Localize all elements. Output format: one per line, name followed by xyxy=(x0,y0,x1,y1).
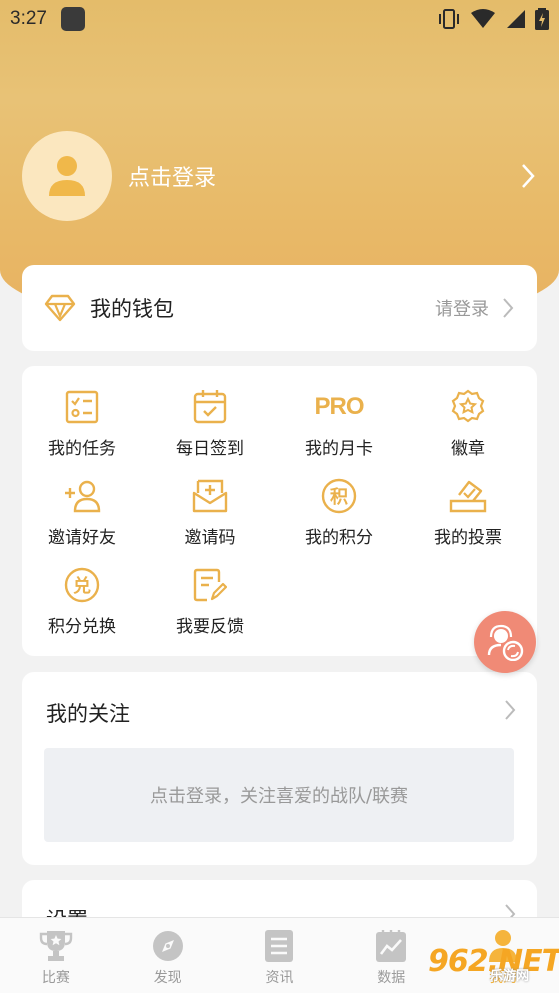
grid-item-label: 我的月卡 xyxy=(305,439,373,459)
signal-icon xyxy=(507,10,525,28)
news-icon xyxy=(265,930,294,962)
grid-item-label: 邀请好友 xyxy=(48,528,116,548)
add-user-icon xyxy=(65,480,101,513)
my-follows-card: 我的关注 点击登录，关注喜爱的战队/联赛 xyxy=(22,672,537,865)
login-prompt[interactable]: 点击登录 xyxy=(128,160,216,192)
follow-login-prompt[interactable]: 点击登录，关注喜爱的战队/联赛 xyxy=(44,748,514,842)
tab-label: 数据 xyxy=(377,970,406,986)
grid-item-label: 徽章 xyxy=(451,439,485,459)
exchange-char: 兑 xyxy=(73,576,91,597)
invite-box-icon xyxy=(192,479,228,513)
grid-item-feedback[interactable]: 我要反馈 xyxy=(150,566,270,646)
tab-label: 比赛 xyxy=(41,970,70,986)
task-list-icon xyxy=(65,390,99,424)
feedback-icon xyxy=(193,568,227,602)
grid-item-label: 积分兑换 xyxy=(48,617,116,637)
status-icons xyxy=(437,8,549,30)
default-avatar-icon xyxy=(49,156,85,196)
features-grid: 我的任务 每日签到 PRO 我的月卡 徽章 邀请好友 邀请码 积 我的积分 我的… xyxy=(22,366,537,656)
wifi-icon xyxy=(471,9,495,28)
vibrate-icon xyxy=(439,9,459,29)
follow-title: 我的关注 xyxy=(46,702,130,726)
grid-item-my-tasks[interactable]: 我的任务 xyxy=(22,388,142,468)
grid-item-my-points[interactable]: 积 我的积分 xyxy=(279,477,399,557)
tab-label: 发现 xyxy=(153,970,182,986)
grid-item-invite-friends[interactable]: 邀请好友 xyxy=(22,477,142,557)
chevron-right-icon[interactable] xyxy=(519,162,537,190)
watermark-logo: 962.NET 乐游网 xyxy=(428,935,559,987)
grid-item-label: 每日签到 xyxy=(176,439,244,459)
vote-icon xyxy=(449,480,487,513)
diamond-icon xyxy=(44,294,76,322)
wallet-title: 我的钱包 xyxy=(90,297,174,321)
grid-item-monthly-card[interactable]: PRO 我的月卡 xyxy=(279,388,399,468)
wallet-status[interactable]: 请登录 xyxy=(435,295,489,321)
pro-icon: PRO xyxy=(314,393,365,420)
headset-refresh-icon xyxy=(487,624,524,661)
status-time: 3:27 xyxy=(10,8,47,29)
tab-news[interactable]: 资讯 xyxy=(224,918,336,993)
battery-icon xyxy=(535,8,549,30)
grid-item-label: 我的积分 xyxy=(305,528,373,548)
watermark-sub: 乐游网 xyxy=(490,969,530,984)
grid-item-label: 邀请码 xyxy=(184,528,236,548)
status-bar: 3:27 xyxy=(0,0,559,38)
tab-matches[interactable]: 比赛 xyxy=(0,918,112,993)
wallet-card[interactable]: 我的钱包 请登录 xyxy=(22,265,537,351)
grid-item-daily-checkin[interactable]: 每日签到 xyxy=(150,388,270,468)
tab-label: 资讯 xyxy=(265,970,294,986)
grid-item-label: 我的投票 xyxy=(434,528,502,548)
chevron-right-icon[interactable] xyxy=(501,296,515,320)
grid-item-label: 我的任务 xyxy=(48,439,116,459)
grid-item-badges[interactable]: 徽章 xyxy=(408,388,528,468)
grid-item-label: 我要反馈 xyxy=(176,617,244,637)
app-notification-icon xyxy=(60,7,85,31)
floating-action-button[interactable] xyxy=(474,611,536,673)
badge-icon xyxy=(451,389,485,423)
tab-discover[interactable]: 发现 xyxy=(112,918,224,993)
chart-icon xyxy=(376,930,407,962)
profile-login-row[interactable]: 点击登录 xyxy=(22,130,537,222)
trophy-icon xyxy=(39,931,73,961)
points-char: 积 xyxy=(330,487,348,508)
grid-item-points-exchange[interactable]: 兑 积分兑换 xyxy=(22,566,142,646)
compass-icon xyxy=(152,931,183,961)
grid-item-my-votes[interactable]: 我的投票 xyxy=(408,477,528,557)
grid-item-invite-code[interactable]: 邀请码 xyxy=(150,477,270,557)
avatar[interactable] xyxy=(22,131,112,221)
calendar-check-icon xyxy=(193,390,227,424)
chevron-right-icon[interactable] xyxy=(503,698,517,722)
